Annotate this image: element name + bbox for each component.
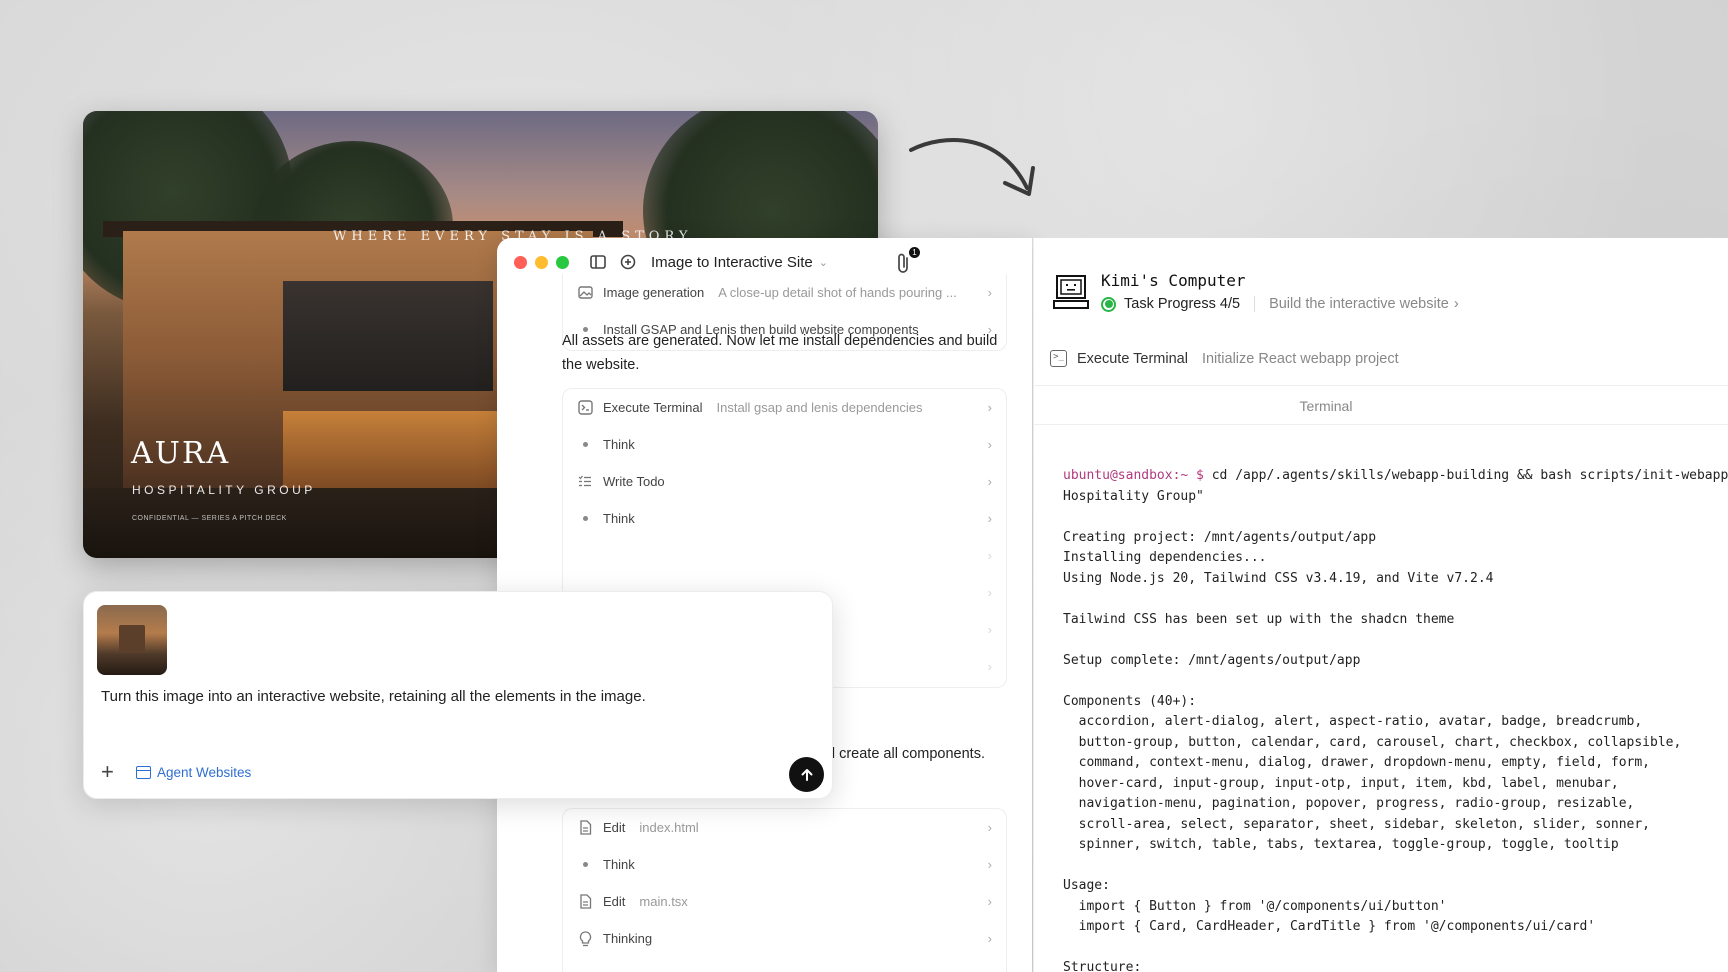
maximize-window-button[interactable] <box>556 255 569 269</box>
chevron-right-icon: › <box>987 659 992 674</box>
step-label: Edit <box>603 894 626 909</box>
step-desc: Install gsap and lenis dependencies <box>716 400 923 415</box>
step-write-todo[interactable]: Write Todo › <box>563 463 1006 500</box>
computer-panel: Kimi's Computer Task Progress 4/5 Build … <box>1033 238 1728 972</box>
step-execute-terminal[interactable]: Execute Terminal Install gsap and lenis … <box>563 389 1006 426</box>
terminal-prompt: ubuntu@sandbox:~ $ <box>1063 468 1204 483</box>
chevron-right-icon: › <box>987 548 992 563</box>
file-icon <box>577 820 593 836</box>
add-attachment-button[interactable]: + <box>101 761 114 783</box>
terminal-output: ubuntu@sandbox:~ $ cd /app/.agents/skill… <box>1063 466 1728 972</box>
step-label: Edit <box>603 820 626 835</box>
image-icon <box>577 285 593 301</box>
step-label: Execute Terminal <box>603 400 703 415</box>
step-label: Write Todo <box>603 474 665 489</box>
attached-image-thumbnail[interactable] <box>97 605 167 675</box>
bullet-icon <box>577 511 593 527</box>
step-desc: index.html <box>639 820 699 835</box>
chevron-right-icon: › <box>987 585 992 600</box>
step-desc: main.tsx <box>639 894 688 909</box>
chevron-right-icon: › <box>987 857 992 872</box>
chevron-right-icon: › <box>987 474 992 489</box>
chevron-right-icon: › <box>987 437 992 452</box>
todo-list-icon <box>577 474 593 490</box>
chevron-right-icon: › <box>987 285 992 300</box>
sidebar-toggle-icon[interactable] <box>589 253 607 271</box>
step-think[interactable]: Think › <box>563 846 1006 883</box>
new-chat-icon[interactable] <box>619 253 637 271</box>
chevron-right-icon: › <box>987 511 992 526</box>
step-think[interactable]: Think › <box>563 500 1006 537</box>
chat-title[interactable]: Image to Interactive Site <box>651 254 813 271</box>
step-label: Think <box>603 437 635 452</box>
step-label: Thinking <box>603 931 653 946</box>
step-hidden[interactable]: › <box>563 537 1006 574</box>
attachment-count-badge: 1 <box>909 247 920 258</box>
arrow-up-icon <box>801 768 812 781</box>
house-window <box>283 281 493 391</box>
step-think[interactable]: Think › <box>563 426 1006 463</box>
terminal-tab[interactable]: Terminal <box>1034 385 1728 425</box>
divider <box>1254 296 1256 312</box>
chevron-right-icon: › <box>987 820 992 835</box>
close-window-button[interactable] <box>514 255 527 269</box>
assistant-message-partial: d create all components. <box>827 746 985 762</box>
bullet-icon <box>577 857 593 873</box>
steps-group-bottom: Edit index.html › Think › Edit main.tsx … <box>562 808 1007 972</box>
prompt-input[interactable]: Turn this image into an interactive webs… <box>101 688 646 705</box>
progress-label: Task Progress 4/5 <box>1124 296 1241 312</box>
terminal-icon <box>577 400 593 416</box>
computer-icon <box>1053 275 1089 309</box>
step-edit-main[interactable]: Edit main.tsx › <box>563 883 1006 920</box>
chevron-right-icon: › <box>987 622 992 637</box>
terminal-log: Creating project: /mnt/agents/output/app… <box>1063 529 1682 972</box>
status-dot-icon <box>1101 296 1116 312</box>
chevron-right-icon: › <box>987 894 992 909</box>
chevron-right-icon: › <box>987 931 992 946</box>
progress-step: Build the interactive website <box>1269 296 1449 312</box>
hero-fine-print: CONFIDENTIAL — SERIES A PITCH DECK <box>132 515 287 522</box>
curved-arrow-icon <box>909 138 1035 196</box>
chevron-down-icon[interactable]: ⌄ <box>819 256 828 269</box>
bullet-icon <box>577 437 593 453</box>
chevron-right-icon: › <box>987 400 992 415</box>
minimize-window-button[interactable] <box>535 255 548 269</box>
exec-label: Execute Terminal <box>1077 350 1188 367</box>
step-label: Image generation <box>603 285 705 300</box>
step-thinking[interactable]: Thinking › <box>563 920 1006 957</box>
send-button[interactable] <box>789 757 824 792</box>
step-label: Think <box>603 857 635 872</box>
file-icon <box>577 894 593 910</box>
computer-title: Kimi's Computer <box>1101 271 1246 290</box>
hero-subtitle: HOSPITALITY GROUP <box>132 483 316 497</box>
hero-brand: AURA <box>131 436 231 471</box>
agent-websites-chip[interactable]: Agent Websites <box>136 765 251 780</box>
task-progress[interactable]: Task Progress 4/5 Build the interactive … <box>1101 296 1459 312</box>
chevron-right-icon: › <box>1453 296 1459 312</box>
step-desc: A close-up detail shot of hands pouring … <box>718 285 957 300</box>
execute-terminal-row: >_ Execute Terminal Initialize React web… <box>1050 350 1399 367</box>
step-edit-index[interactable]: Edit index.html › <box>563 809 1006 846</box>
step-label: Think <box>603 511 635 526</box>
prompt-card[interactable]: Turn this image into an interactive webs… <box>83 591 833 799</box>
browser-window-icon <box>136 766 151 779</box>
step-image-generation[interactable]: Image generation A close-up detail shot … <box>563 274 1006 311</box>
terminal-icon: >_ <box>1050 350 1067 367</box>
exec-desc: Initialize React webapp project <box>1201 350 1399 367</box>
agent-websites-label: Agent Websites <box>157 765 252 780</box>
lightbulb-icon <box>577 930 593 947</box>
assistant-message: All assets are generated. Now let me ins… <box>562 333 998 373</box>
